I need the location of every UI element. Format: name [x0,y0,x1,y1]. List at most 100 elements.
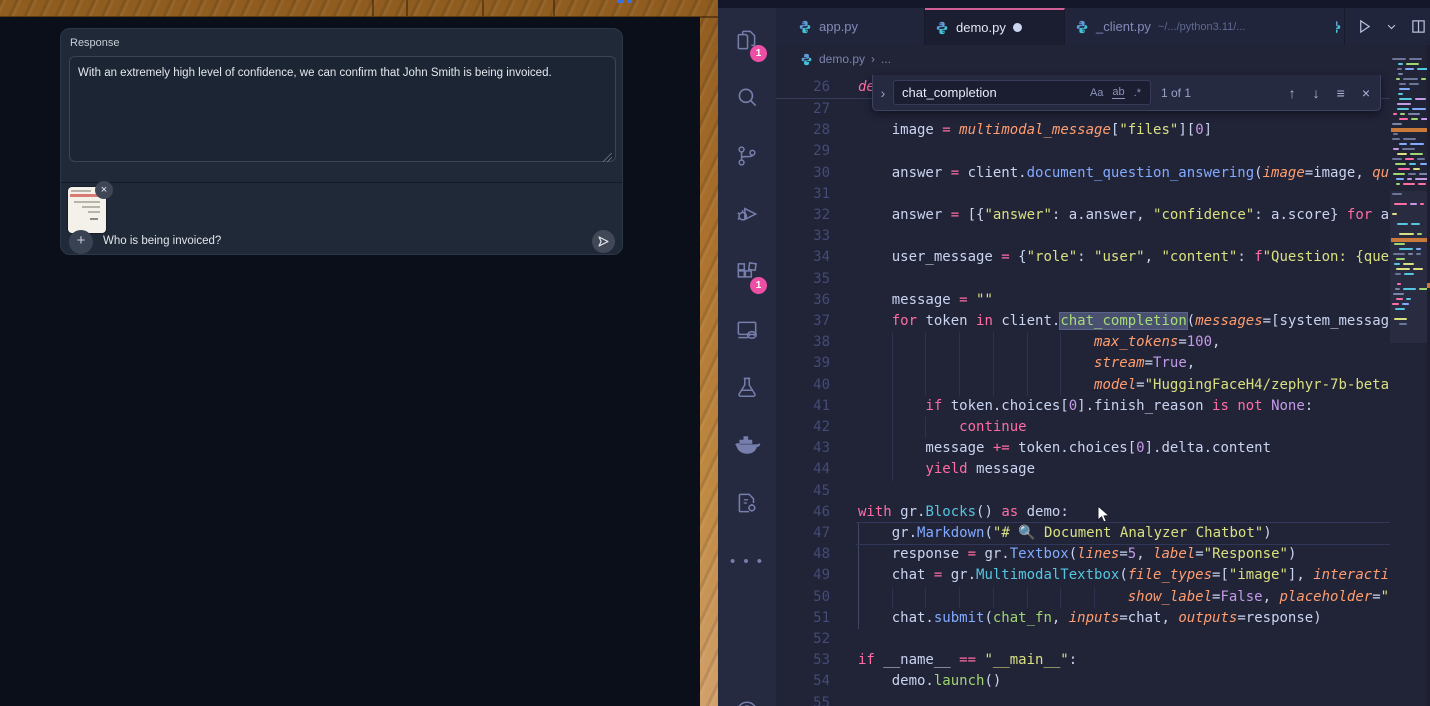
code-line[interactable]: 42 continue [776,417,1390,439]
chat-message-input[interactable]: Who is being invoiced? [103,235,221,247]
line-number: 42 [776,417,830,438]
extensions-icon[interactable]: 1 [718,252,776,292]
find-next-icon[interactable]: ↓ [1313,85,1320,101]
tab-demo-py[interactable]: demo.py [925,8,1065,45]
code-line[interactable]: 35 [776,269,1390,291]
code-line[interactable]: 34 user_message = {"role": "user", "cont… [776,247,1390,269]
minimap-line [1392,58,1406,60]
explorer-icon[interactable]: 1 [718,20,776,60]
minimap-line [1420,203,1425,205]
remote-explorer-icon[interactable] [718,310,776,350]
python-icon [800,53,813,66]
code-line[interactable]: 46with gr.Blocks() as demo: [776,502,1390,524]
code-line[interactable]: 31 [776,184,1390,206]
add-file-button[interactable]: + [69,230,93,254]
minimap-line [1406,298,1411,300]
file-gear-icon[interactable] [718,483,776,523]
code-line[interactable]: 50 show_label=False, placeholder="Upload… [776,587,1390,609]
line-number: 30 [776,163,830,184]
send-button[interactable] [592,230,615,253]
screen: Response With an extremely high level of… [0,0,1430,706]
code-line[interactable]: 28 image = multimodal_message["files"][0… [776,120,1390,142]
code-line[interactable]: 48 response = gr.Textbox(lines=5, label=… [776,544,1390,566]
minimap-line [1415,98,1426,100]
docker-icon[interactable] [718,425,776,465]
code-line[interactable]: 38 max_tokens=100, [776,332,1390,354]
find-query[interactable]: chat_completion [894,85,1090,100]
tab-client-py[interactable]: _client.py ~/.../python3.11/... [1065,8,1345,45]
find-in-selection-icon[interactable]: ≡ [1337,85,1345,101]
minimap-line [1394,243,1405,245]
match-case-icon[interactable]: Aa [1090,87,1103,99]
line-number: 38 [776,332,830,353]
code-line[interactable]: 55 [776,693,1390,706]
code-line[interactable]: 52 [776,629,1390,651]
toggle-replace-icon[interactable]: › [873,85,893,101]
source-control-icon[interactable] [718,136,776,176]
account-icon[interactable] [718,692,776,706]
minimap-line [1407,178,1412,180]
response-textarea[interactable]: With an extremely high level of confiden… [69,56,616,162]
extensions-badge: 1 [750,277,767,294]
minimap-line [1394,203,1407,205]
whole-word-icon[interactable]: ab [1112,86,1124,99]
code-line[interactable]: 32 answer = [{"answer": a.answer, "confi… [776,205,1390,227]
run-button[interactable] [1357,19,1372,34]
tab-app-py[interactable]: app.py [788,8,925,45]
line-number: 34 [776,247,830,268]
code-line[interactable]: 30 answer = client.document_question_ans… [776,163,1390,185]
minimap-line [1393,173,1405,175]
minimap-line [1418,183,1426,185]
code-line[interactable]: 54 demo.launch() [776,671,1390,693]
code-line[interactable]: 39 stream=True, [776,353,1390,375]
minimap-line [1408,113,1420,115]
code-editor[interactable]: demo.py › ... 2728 image = multimodal_me… [776,45,1430,706]
line-number: 54 [776,671,830,692]
code-line[interactable]: 53if __name__ == "__main__": [776,650,1390,672]
find-close-icon[interactable]: × [1362,85,1370,101]
minimap-line [1395,288,1400,290]
line-number: 27 [776,99,830,120]
code-line[interactable]: 33 [776,226,1390,248]
code-line[interactable]: 49 chat = gr.MultimodalTextbox(file_type… [776,565,1390,587]
minimap-line [1392,193,1402,195]
breadcrumb-tail[interactable]: ... [881,52,891,66]
more-actions-icon[interactable]: • • • [718,541,776,581]
minimap-line [1413,268,1423,270]
minimap-line [1403,138,1416,140]
code-line[interactable]: 43 message += token.choices[0].delta.con… [776,438,1390,460]
code-line[interactable]: 36 message = "" [776,290,1390,312]
explorer-badge: 1 [750,45,767,62]
remove-attachment-button[interactable]: × [95,181,113,199]
line-number: 26 [776,77,830,98]
code-line[interactable]: 41 if token.choices[0].finish_reason is … [776,396,1390,418]
breadcrumb-file[interactable]: demo.py [819,52,865,66]
beaker-icon[interactable] [718,367,776,407]
code-line[interactable]: 44 yield message [776,459,1390,481]
run-debug-icon[interactable] [718,194,776,234]
minimap-line [1396,298,1403,300]
code-line[interactable]: 47 gr.Markdown("# 🔍 Document Analyzer Ch… [776,523,1390,545]
wallpaper-detail [406,0,408,16]
regex-icon[interactable]: .* [1134,87,1141,99]
minimap-line [1403,183,1415,185]
line-number: 39 [776,353,830,374]
search-icon[interactable] [718,78,776,118]
code-line[interactable]: 29 [776,141,1390,163]
minimap-line [1393,293,1404,295]
minimap[interactable] [1390,45,1430,706]
breadcrumb[interactable]: demo.py › ... [800,45,891,73]
minimap-line [1405,68,1413,70]
minimap-line [1396,268,1410,270]
code-line[interactable]: 37 for token in client.chat_completion(m… [776,311,1390,333]
modified-dot-icon[interactable] [1013,23,1022,32]
find-previous-icon[interactable]: ↑ [1289,85,1296,101]
code-line[interactable]: 45 [776,481,1390,503]
code-line[interactable]: 51 chat.submit(chat_fn, inputs=chat, out… [776,608,1390,630]
find-input[interactable]: chat_completion Aa ab .* [893,80,1151,105]
textarea-resize-handle[interactable] [603,153,612,162]
split-editor-icon[interactable] [1411,19,1426,34]
run-dropdown-icon[interactable] [1386,21,1397,32]
code-line[interactable]: 40 model="HuggingFaceH4/zephyr-7b-beta", [776,375,1390,397]
minimap-line [1399,118,1408,120]
